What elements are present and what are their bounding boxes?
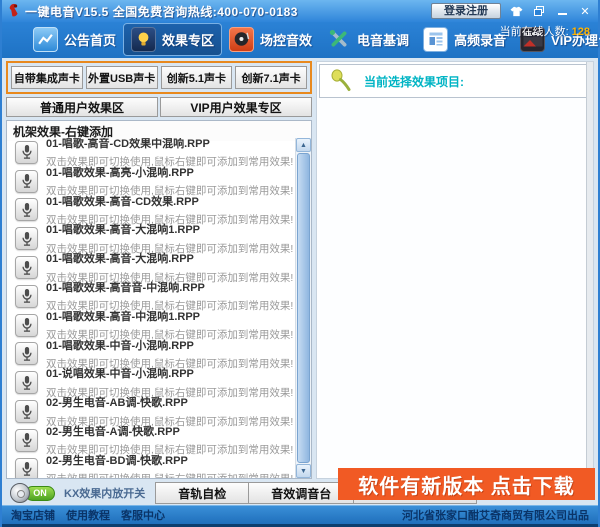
bulb-icon — [131, 26, 157, 52]
soundcard-51-button[interactable]: 创新5.1声卡 — [160, 66, 233, 89]
nav-effects-zone[interactable]: 效果专区 — [123, 22, 223, 56]
tools-icon — [326, 27, 351, 52]
user-tabs: 普通用户效果区 VIP用户效果专区 — [6, 97, 312, 117]
mic-icon — [15, 198, 38, 222]
main-area: 自带集成声卡 外置USB声卡 创新5.1声卡 创新7.1声卡 普通用户效果区 V… — [2, 58, 598, 481]
effect-title: 01-唱歌-高音-CD效果中混响.RPP — [46, 138, 210, 151]
effect-title: 01-唱歌效果-高音-大混响.RPP — [46, 253, 194, 266]
kx-toggle[interactable]: ON — [10, 483, 55, 503]
online-label: 当前在线人数: — [499, 26, 569, 38]
app-logo-icon — [9, 3, 18, 17]
mic-icon — [15, 169, 38, 193]
nav-hifi-recording[interactable]: 高频录音 — [416, 24, 513, 55]
mic-icon — [15, 284, 38, 308]
app-title: 一键电音V15.5 全国免费咨询热线:400-070-0183 — [25, 4, 298, 19]
app-window: 一键电音V15.5 全国免费咨询热线:400-070-0183 登录注册 ✕ 当… — [0, 0, 600, 527]
online-count: 128 — [571, 26, 590, 38]
restore-icon[interactable] — [531, 4, 547, 18]
statusbar: 淘宝店铺 使用教程 客服中心 河北省张家口酣艾奇商贸有限公司出品 — [2, 505, 598, 527]
mic-icon — [15, 400, 38, 424]
effect-title: 01-唱歌效果-中音-小混响.RPP — [46, 339, 194, 352]
effect-title: 02-男生电音-A调-快歌.RPP — [46, 425, 180, 438]
soundcard-integrated-button[interactable]: 自带集成声卡 — [11, 66, 83, 89]
mic-icon — [15, 256, 38, 280]
effects-scrollbar[interactable]: ▲ ▼ — [295, 138, 311, 478]
nav-announcements[interactable]: 公告首页 — [26, 24, 123, 55]
list-item[interactable]: 02-男生电音-BD调-快歌.RPP 双击效果即可切换使用,鼠标右键即可添加到常用… — [7, 455, 295, 478]
effect-title: 01-唱歌效果-高亮-小混响.RPP — [46, 166, 194, 179]
taobao-shop-link[interactable]: 淘宝店铺 — [11, 507, 55, 523]
scroll-down-icon[interactable]: ▼ — [296, 464, 311, 478]
nav-label: 电音基调 — [357, 32, 410, 48]
turntable-icon — [229, 26, 255, 52]
effect-title: 02-男生电音-AB调-快歌.RPP — [46, 397, 188, 410]
current-selection-box: 当前选择效果项目: — [319, 64, 591, 98]
company-credit: 河北省张家口酣艾奇商贸有限公司出品 — [402, 510, 589, 522]
effect-title: 01-唱歌效果-高音-CD效果.RPP — [46, 195, 199, 208]
skin-icon[interactable] — [508, 4, 524, 18]
effect-title: 01-唱歌效果-高音-大混响1.RPP — [46, 224, 201, 237]
chart-icon — [33, 26, 58, 52]
effect-title: 01-唱歌效果-高音音-中混响.RPP — [46, 282, 205, 294]
mic-icon — [15, 140, 38, 164]
mic-icon — [15, 371, 38, 395]
document-icon — [423, 26, 449, 52]
scroll-up-icon[interactable]: ▲ — [296, 138, 311, 152]
titlebar-controls: 登录注册 ✕ — [431, 3, 593, 19]
cd-icon — [10, 483, 30, 503]
login-register-button[interactable]: 登录注册 — [431, 3, 501, 19]
online-counter: 当前在线人数: 128 — [500, 23, 590, 39]
effect-title: 01-说唱效果-中音-小混响.RPP — [46, 368, 194, 381]
tab-normal-user[interactable]: 普通用户效果区 — [6, 97, 158, 117]
effect-title: 02-男生电音-BD调-快歌.RPP — [46, 454, 188, 467]
effect-title: 01-唱歌效果-高音-中混响1.RPP — [46, 310, 201, 323]
effect-subtitle: 双击效果即可切换使用,鼠标右键即可添加到常用效果! — [46, 473, 293, 478]
green-mic-icon — [331, 69, 351, 91]
mic-icon — [15, 342, 38, 366]
nav-label: 高频录音 — [454, 32, 507, 48]
mic-icon — [15, 227, 38, 251]
right-panel: 当前选择效果项目: — [316, 61, 594, 479]
soundcard-usb-button[interactable]: 外置USB声卡 — [85, 66, 158, 89]
nav-scene-sound[interactable]: 场控音效 — [222, 24, 319, 55]
scrollbar-thumb[interactable] — [297, 153, 310, 463]
close-button[interactable]: ✕ — [577, 4, 593, 18]
current-selection-label: 当前选择效果项目: — [364, 74, 464, 89]
tutorial-link[interactable]: 使用教程 — [66, 507, 110, 523]
effects-list: 01-唱歌-高音-CD效果中混响.RPP 双击效果即可切换使用,鼠标右键即可添加到… — [7, 138, 295, 478]
track-selfcheck-button[interactable]: 音轨自检 — [155, 482, 250, 504]
soundcard-71-button[interactable]: 创新7.1声卡 — [235, 66, 307, 89]
nav-label: 效果专区 — [162, 32, 215, 48]
left-column: 自带集成声卡 外置USB声卡 创新5.1声卡 创新7.1声卡 普通用户效果区 V… — [6, 61, 312, 479]
mic-icon — [15, 428, 38, 452]
tab-vip-user[interactable]: VIP用户效果专区 — [160, 97, 312, 117]
nav-label: 公告首页 — [64, 32, 117, 48]
nav-tone-base[interactable]: 电音基调 — [319, 24, 416, 55]
right-panel-scrollbar[interactable] — [586, 62, 593, 478]
customer-service-link[interactable]: 客服中心 — [121, 507, 165, 523]
minimize-button[interactable] — [554, 4, 570, 18]
titlebar: 一键电音V15.5 全国免费咨询热线:400-070-0183 登录注册 ✕ — [2, 0, 598, 22]
mic-icon — [15, 457, 38, 478]
mic-icon — [15, 313, 38, 337]
status-links: 淘宝店铺 使用教程 客服中心 — [11, 507, 165, 523]
update-banner[interactable]: 软件有新版本 点击下载 — [338, 468, 595, 500]
kx-toggle-label: KX效果内放开关 — [64, 488, 146, 500]
effects-list-panel: 机架效果-右键添加 01-唱歌-高音-CD效果中混响.RPP 双击效果即可切换使用… — [6, 120, 312, 479]
nav-label: 场控音效 — [260, 32, 313, 48]
soundcard-group: 自带集成声卡 外置USB声卡 创新5.1声卡 创新7.1声卡 — [6, 61, 312, 94]
